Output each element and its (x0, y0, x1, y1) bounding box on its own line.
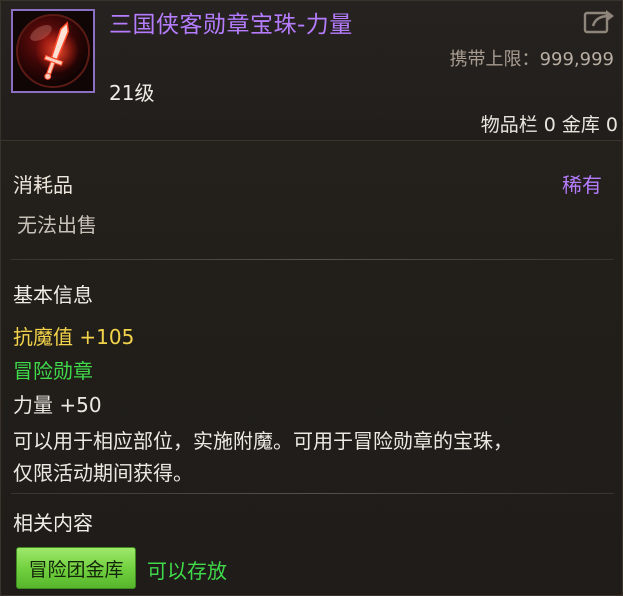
description-line-2: 仅限活动期间获得。 (13, 461, 193, 485)
item-icon-frame (11, 9, 95, 93)
divider (11, 493, 614, 494)
sell-status: 无法出售 (17, 213, 97, 237)
item-rarity: 稀有 (562, 173, 602, 197)
stat-strength: 力量 +50 (13, 393, 102, 417)
description-line-1: 可以用于相应部位，实施附魔。可用于冒险勋章的宝珠， (13, 429, 513, 453)
tooltip-header: 三国侠客勋章宝珠-力量 21级 携带上限：999,999 物品栏 0 金库 0 (1, 1, 622, 141)
divider (11, 259, 614, 260)
storage-count: 物品栏 0 金库 0 (480, 114, 618, 136)
basic-info-title: 基本信息 (13, 283, 93, 307)
storable-status: 可以存放 (147, 559, 227, 583)
medal-label: 冒险勋章 (13, 359, 93, 383)
stat-magic-resist: 抗魔值 +105 (13, 325, 135, 349)
carry-limit-value: 999,999 (539, 49, 614, 70)
item-name: 三国侠客勋章宝珠-力量 (109, 12, 353, 38)
sword-orb-icon (13, 11, 93, 91)
item-tooltip: 三国侠客勋章宝珠-力量 21级 携带上限：999,999 物品栏 0 金库 0 … (0, 0, 623, 596)
carry-limit: 携带上限：999,999 (450, 45, 614, 71)
adventure-warehouse-button[interactable]: 冒险团金库 (16, 547, 136, 589)
related-title: 相关内容 (13, 511, 93, 535)
carry-limit-label: 携带上限： (449, 49, 540, 70)
item-type: 消耗品 (13, 173, 73, 197)
item-level: 21级 (109, 81, 155, 105)
share-icon[interactable] (583, 7, 615, 35)
